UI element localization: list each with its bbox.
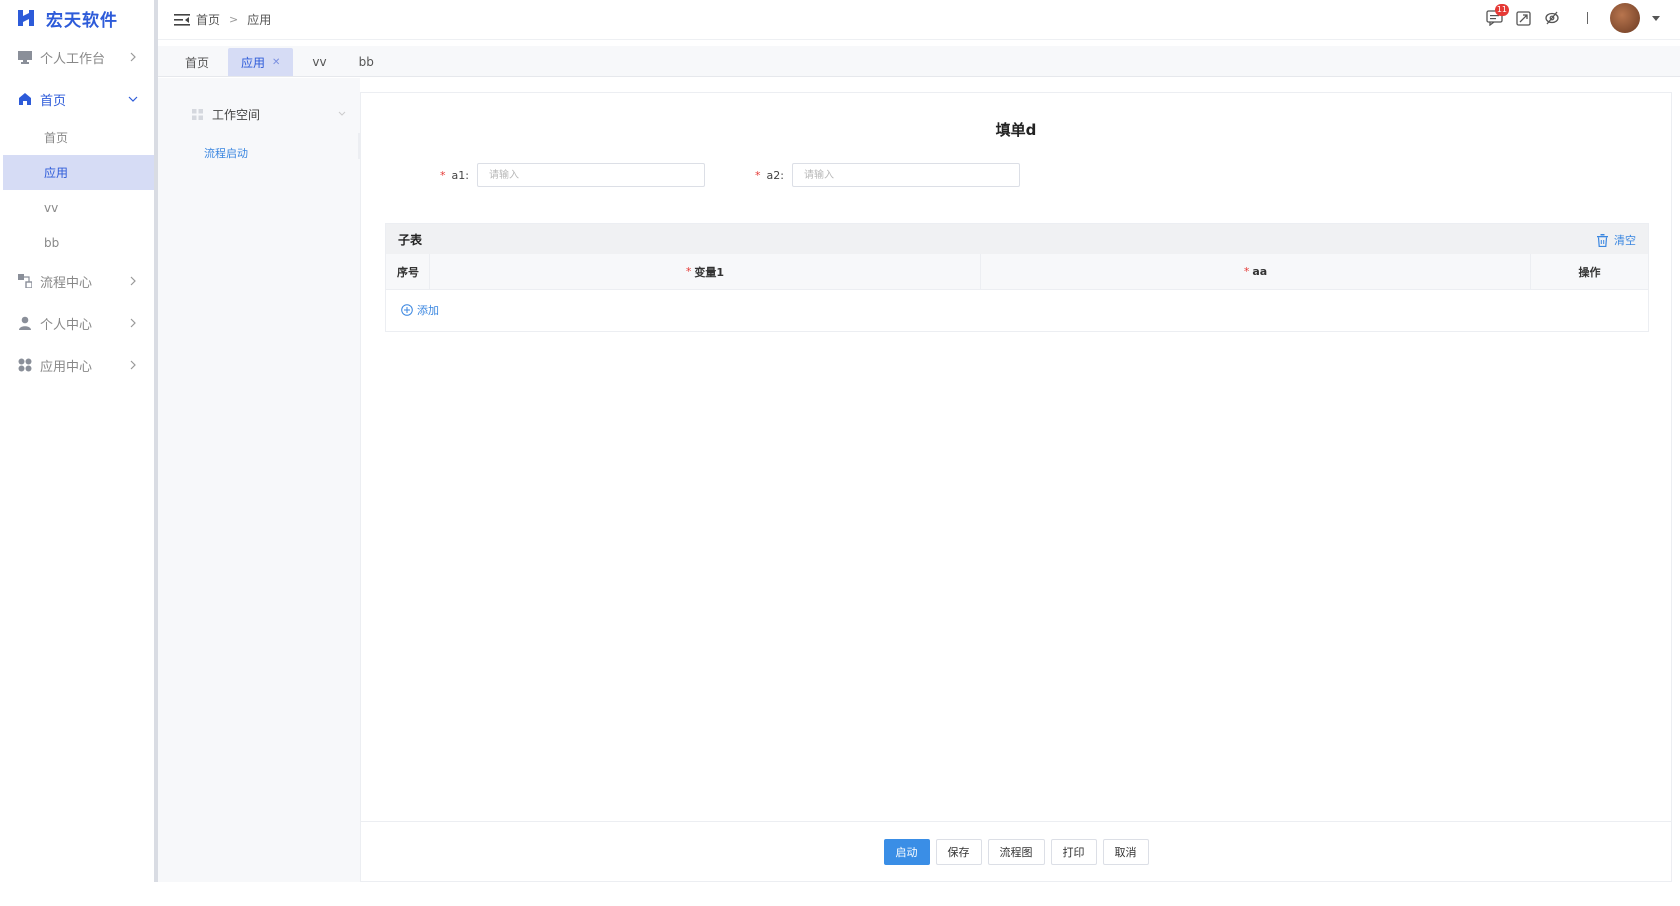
breadcrumb-separator: > (229, 13, 239, 26)
sidebar-item-flow-center[interactable]: 流程中心 (0, 260, 154, 302)
tab-label: 应用 (241, 55, 266, 70)
field-label: a2: (766, 168, 784, 182)
process-start-link[interactable]: 流程启动 (158, 145, 360, 161)
column-label: aa (1252, 265, 1268, 278)
form-title: 填单d (995, 121, 1037, 139)
grid-icon (192, 108, 203, 120)
print-button[interactable]: 打印 (1050, 838, 1097, 865)
monitor-icon (17, 49, 33, 65)
clear-button[interactable]: 清空 (1596, 232, 1636, 248)
chevron-down-icon (128, 96, 138, 102)
save-button[interactable]: 保存 (935, 838, 982, 865)
header-divider (1587, 12, 1588, 24)
form-footer: 启动 保存 流程图 打印 取消 (361, 821, 1671, 881)
column-header-var1: * 变量1 (430, 254, 981, 289)
tab-app[interactable]: 应用 ✕ (228, 48, 294, 76)
sidebar-item-workbench[interactable]: 个人工作台 (0, 36, 154, 78)
workspace-panel: 工作空间 流程启动 (158, 78, 360, 882)
home-icon (17, 91, 33, 107)
subtable: 子表 清空 序号 * 变量1 * aa 操作 添加 (385, 223, 1649, 332)
column-header-aa: * aa (981, 254, 1531, 289)
subtable-title: 子表 (398, 232, 423, 247)
sidebar-item-home[interactable]: 首页 (0, 78, 154, 120)
workspace-title: 工作空间 (212, 107, 261, 122)
sidebar-item-app-center[interactable]: 应用中心 (0, 344, 154, 386)
tab-bar: 首页 应用 ✕ vv bb (158, 46, 1680, 77)
flowchart-button[interactable]: 流程图 (987, 838, 1045, 865)
required-mark: * (440, 168, 446, 182)
trash-icon (1597, 233, 1608, 247)
user-icon (17, 315, 33, 331)
avatar[interactable] (1610, 3, 1640, 33)
apps-icon (17, 357, 33, 373)
chevron-right-icon (130, 318, 136, 328)
sidebar-item-label: 应用中心 (40, 359, 93, 375)
tab-label: bb (358, 55, 374, 69)
menu-fold-icon[interactable] (174, 13, 190, 27)
column-header-actions: 操作 (1531, 254, 1648, 289)
required-mark: * (685, 265, 692, 278)
sidebar-subitem-home[interactable]: 首页 (0, 120, 154, 155)
sidebar-item-personal-center[interactable]: 个人中心 (0, 302, 154, 344)
subtable-columns: 序号 * 变量1 * aa 操作 (386, 254, 1648, 290)
breadcrumb-home[interactable]: 首页 (196, 11, 220, 28)
field-a2: * a2: (755, 163, 1020, 187)
notification-badge: 11 (1494, 4, 1509, 16)
tab-home[interactable]: 首页 (172, 48, 222, 76)
field-a1: * a1: (440, 163, 705, 187)
chevron-right-icon (130, 52, 136, 62)
sidebar-item-label: 个人工作台 (40, 51, 106, 67)
flow-icon (17, 273, 33, 289)
subtable-header: 子表 清空 (386, 224, 1648, 254)
breadcrumb-current: 应用 (247, 13, 272, 27)
logo-text: 宏天软件 (46, 10, 118, 31)
header-actions: 11 (1474, 0, 1660, 36)
add-label: 添加 (417, 304, 439, 317)
tab-bb[interactable]: bb (346, 48, 387, 76)
clear-label: 清空 (1614, 234, 1636, 247)
sidebar-item-label: 个人中心 (40, 317, 93, 333)
chevron-down-icon (338, 111, 346, 116)
sidebar-subitem-app[interactable]: 应用 (3, 155, 154, 190)
a2-input[interactable] (791, 163, 1020, 187)
add-row-button[interactable]: 添加 (386, 290, 1648, 330)
column-label: 变量1 (694, 265, 725, 279)
start-button[interactable]: 启动 (883, 838, 930, 865)
sidebar-subitem-bb[interactable]: bb (0, 225, 154, 260)
workspace-header[interactable]: 工作空间 (158, 95, 360, 133)
caret-down-icon[interactable] (1652, 14, 1660, 22)
logo-icon (18, 10, 34, 26)
required-mark: * (1243, 265, 1250, 278)
chevron-right-icon (130, 276, 136, 286)
tab-label: vv (312, 55, 327, 69)
fullscreen-icon[interactable] (1514, 9, 1532, 27)
a1-input[interactable] (476, 163, 705, 187)
logo[interactable]: 宏天软件 (0, 0, 154, 36)
tab-label: 首页 (185, 55, 210, 70)
required-mark: * (755, 168, 761, 182)
field-label: a1: (451, 168, 469, 182)
sidebar: 宏天软件 个人工作台 首页 首页 应用 vv bb 流程中心 个人中心 应用中心 (0, 0, 158, 882)
cancel-button[interactable]: 取消 (1102, 838, 1149, 865)
sidebar-subitem-vv[interactable]: vv (0, 190, 154, 225)
column-header-index: 序号 (386, 254, 430, 289)
form-card: 填单d * a1: * a2: 子表 清空 序号 *变量1 *aa 操作 添加 … (360, 92, 1672, 882)
sidebar-item-label: 流程中心 (40, 275, 93, 291)
message-icon[interactable]: 11 (1485, 4, 1509, 27)
sidebar-item-label: 首页 (40, 93, 67, 109)
eye-off-icon[interactable] (1543, 9, 1561, 27)
close-icon[interactable]: ✕ (272, 57, 280, 68)
plus-circle-icon (401, 304, 413, 316)
tab-vv[interactable]: vv (299, 48, 339, 76)
chevron-right-icon (130, 360, 136, 370)
column-label: 序号 (397, 265, 419, 279)
column-label: 操作 (1578, 265, 1601, 279)
top-header: 首页 > 应用 11 (158, 0, 1680, 40)
